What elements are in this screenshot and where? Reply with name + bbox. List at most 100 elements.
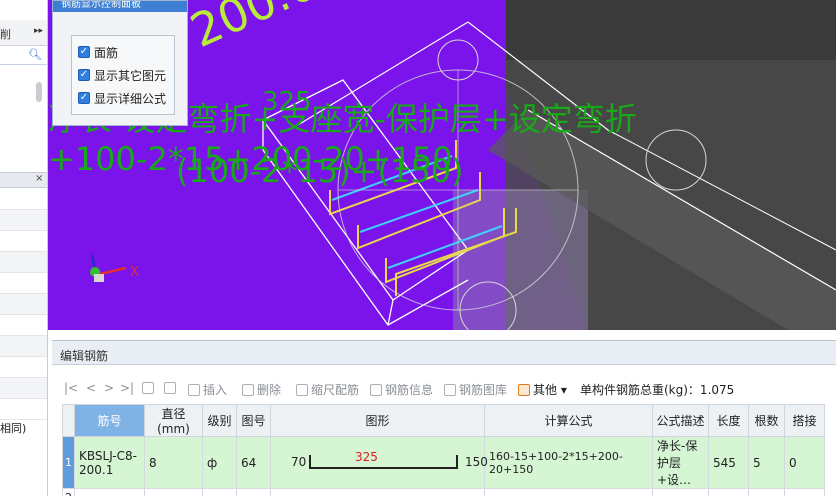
row-number[interactable]: 1 (62, 436, 75, 489)
other-label: 其他 (533, 383, 558, 397)
delete-button[interactable]: 删除 (242, 381, 281, 398)
table-cell[interactable] (74, 488, 145, 496)
column-header[interactable]: 图号 (236, 404, 271, 437)
sidebar-row[interactable] (0, 210, 47, 231)
column-header[interactable]: 根数 (748, 404, 785, 437)
table-header-row: 筋号 直径(mm) 级别 图号 图形 计算公式 公式描述 长度 根数 搭接 (62, 404, 825, 437)
table-cell[interactable] (708, 488, 749, 496)
rebar-shape-line (309, 454, 458, 469)
option-label: 显示其它图元 (94, 68, 167, 83)
table-cell[interactable] (202, 488, 237, 496)
rebar-display-panel-title[interactable]: 钢筋显示控制面板 (53, 1, 187, 12)
sidebar-row[interactable] (0, 189, 47, 210)
column-header[interactable]: 搭接 (784, 404, 825, 437)
sidebar-row[interactable] (0, 357, 47, 378)
other-menu-button[interactable]: 其他 ▾ (518, 381, 567, 398)
axis-x-label: X (130, 265, 139, 280)
sidebar-row[interactable] (0, 231, 47, 252)
left-sidebar: 削 ▸▸ 🔍︎ × 相同) (0, 0, 48, 496)
column-header[interactable]: 级别 (202, 404, 237, 437)
sidebar-row[interactable] (0, 336, 47, 357)
total-weight-label: 单构件钢筋总重(kg)：1.075 (580, 383, 735, 397)
axis-cube-icon (94, 274, 104, 282)
cell-formula[interactable]: 160-15+100-2*15+200-20+150 (484, 436, 653, 489)
move-down-icon (164, 382, 176, 394)
table-cell[interactable] (484, 488, 653, 496)
column-header[interactable]: 公式描述 (652, 404, 709, 437)
sidebar-row[interactable] (0, 315, 47, 336)
cell-grade[interactable]: ф (202, 436, 237, 489)
sidebar-row[interactable] (0, 294, 47, 315)
rebar-info-button[interactable]: 钢筋信息 (370, 381, 433, 398)
sidebar-row[interactable] (0, 399, 47, 420)
cell-diameter[interactable]: 8 (144, 436, 203, 489)
option-show-detail-formula[interactable]: ✓ 显示详细公式 (78, 90, 166, 106)
nav-next-button[interactable]: > (104, 381, 114, 395)
option-face-rebar[interactable]: ✓ 面筋 (78, 44, 118, 60)
viewport-formula-line3: (100-2*15)+(150) (176, 152, 464, 190)
option-label: 显示详细公式 (94, 91, 167, 106)
sidebar-row[interactable] (0, 378, 47, 399)
table-cell[interactable] (748, 488, 785, 496)
nav-first-button[interactable]: |< (64, 381, 78, 395)
option-show-other-elements[interactable]: ✓ 显示其它图元 (78, 67, 166, 83)
close-icon[interactable]: × (35, 173, 43, 184)
sidebar-search-input[interactable]: 🔍︎ (0, 47, 47, 65)
editor-title-bar: 编辑钢筋 (52, 341, 836, 365)
axis-x-line (95, 266, 127, 277)
search-icon[interactable]: 🔍︎ (28, 48, 42, 61)
rebar-editor-panel: 编辑钢筋 |< < > >| 插入 删除 缩尺配筋 钢筋信息 钢筋图库 其他 ▾… (52, 340, 836, 496)
delete-label: 删除 (257, 383, 282, 397)
table-cell[interactable] (144, 488, 203, 496)
column-header[interactable]: 直径(mm) (144, 404, 203, 437)
checkbox-checked-icon[interactable]: ✓ (78, 92, 90, 104)
sidebar-header: 削 ▸▸ (0, 20, 47, 46)
sidebar-same-label: 相同) (0, 422, 27, 435)
column-header[interactable]: 筋号 (74, 404, 145, 437)
nav-last-button[interactable]: >| (120, 381, 134, 395)
checkbox-checked-icon[interactable]: ✓ (78, 46, 90, 58)
move-up-icon (142, 382, 154, 394)
table-row[interactable]: 1 KBSLJ-C8-200.1 8 ф 64 70 325 150 160-1… (62, 436, 825, 489)
column-header[interactable]: 图形 (270, 404, 485, 437)
cell-length[interactable]: 545 (708, 436, 749, 489)
shape-mid-length[interactable]: 325 (355, 450, 378, 464)
insert-label: 插入 (203, 383, 228, 397)
sidebar-row[interactable] (0, 273, 47, 294)
library-label: 钢筋图库 (459, 383, 508, 397)
cell-description[interactable]: 净长-保护层+设… (652, 436, 709, 489)
nav-prev-button[interactable]: < (86, 381, 96, 395)
shape-right-length: 150 (465, 454, 488, 469)
table-cell[interactable] (652, 488, 709, 496)
column-header[interactable]: 计算公式 (484, 404, 653, 437)
table-cell[interactable] (784, 488, 825, 496)
rebar-display-panel: 钢筋显示控制面板 ✓ 面筋 ✓ 显示其它图元 ✓ 显示详细公式 (52, 0, 188, 126)
cell-figure-no[interactable]: 64 (236, 436, 271, 489)
sidebar-row[interactable] (0, 252, 47, 273)
sidebar-header-label: 削 (0, 28, 11, 41)
insert-button[interactable]: 插入 (188, 381, 227, 398)
table-cell[interactable] (236, 488, 271, 496)
info-label: 钢筋信息 (385, 383, 434, 397)
cell-bar-no[interactable]: KBSLJ-C8-200.1 (74, 436, 145, 489)
checkbox-checked-icon[interactable]: ✓ (78, 69, 90, 81)
sidebar-scrollbar[interactable] (36, 82, 42, 102)
column-header[interactable]: 长度 (708, 404, 749, 437)
move-down-button[interactable] (164, 381, 179, 395)
cell-overlap[interactable]: 0 (784, 436, 825, 489)
table-row[interactable]: 2 (62, 488, 825, 496)
move-up-button[interactable] (142, 381, 157, 395)
expand-arrow-icon[interactable]: ▸▸ (34, 26, 43, 36)
viewport-dimension-text: 200.00 (183, 0, 352, 58)
cell-shape[interactable]: 70 325 150 (270, 436, 488, 489)
option-label: 面筋 (94, 45, 119, 60)
row-number[interactable]: 2 (62, 488, 75, 496)
editor-title: 编辑钢筋 (60, 349, 109, 363)
other-icon (518, 384, 530, 396)
table-cell[interactable] (270, 488, 485, 496)
cell-count[interactable]: 5 (748, 436, 785, 489)
rebar-library-button[interactable]: 钢筋图库 (444, 381, 507, 398)
scale-label: 缩尺配筋 (311, 383, 360, 397)
display-options-group: ✓ 面筋 ✓ 显示其它图元 ✓ 显示详细公式 (71, 35, 175, 115)
scale-rebar-button[interactable]: 缩尺配筋 (296, 381, 359, 398)
